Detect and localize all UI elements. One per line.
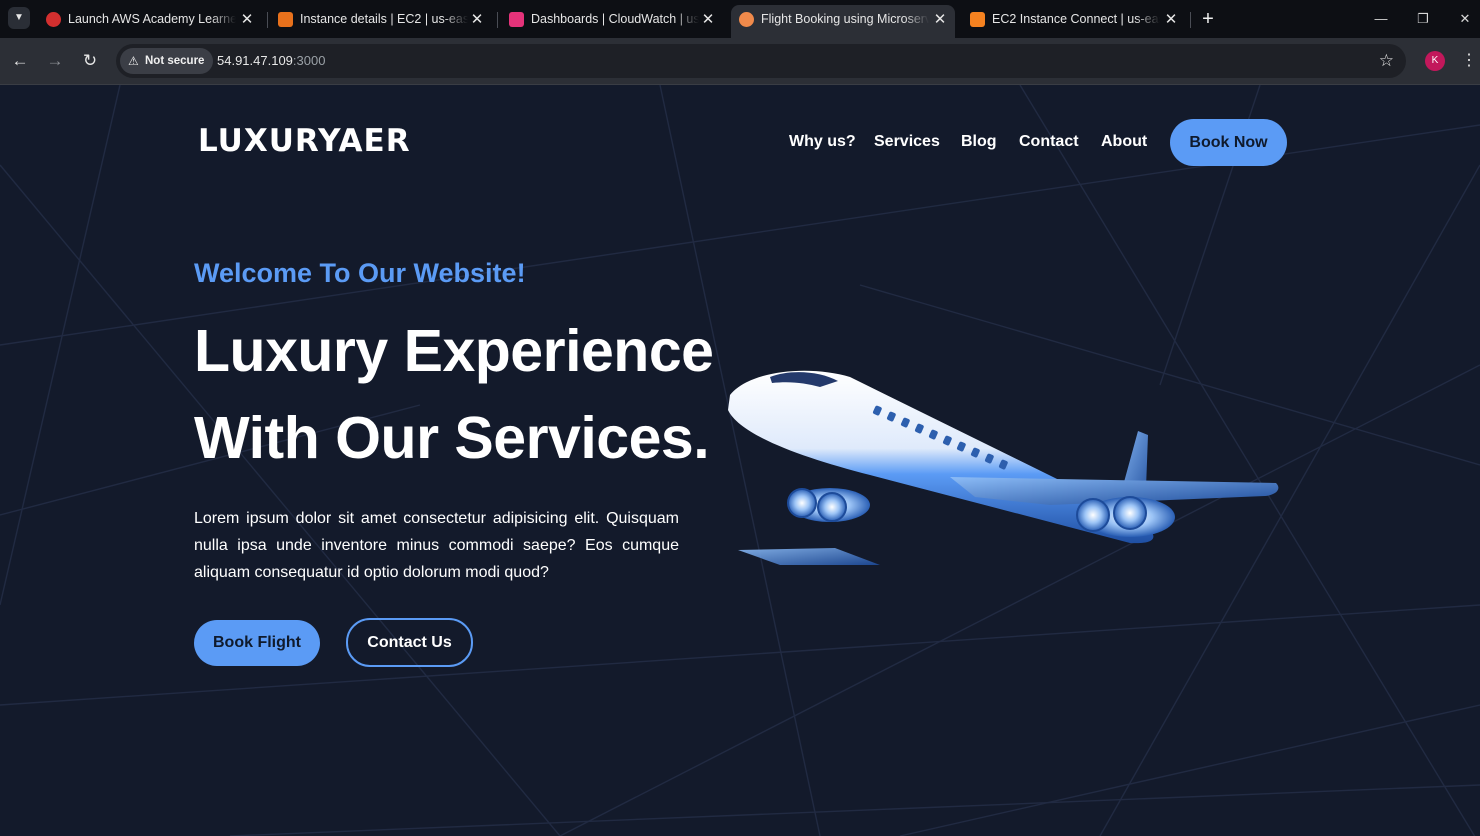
address-bar[interactable]: ⚠ Not secure 54.91.47.109:3000 ☆	[116, 44, 1406, 78]
hero-headline-line2: With Our Services.	[194, 405, 710, 471]
tab-separator	[267, 12, 268, 28]
url-text[interactable]: 54.91.47.109:3000	[217, 44, 325, 78]
nav-why-us[interactable]: Why us?	[789, 133, 856, 151]
tab-cloudwatch[interactable]: Dashboards | CloudWatch | us-east-1 ✕	[501, 5, 723, 38]
more-menu-icon[interactable]: ⋮	[1461, 49, 1477, 73]
forward-arrow-icon[interactable]: →	[43, 49, 67, 73]
tab-label: Flight Booking using Microservices	[761, 12, 929, 26]
cloudwatch-favicon-icon	[509, 12, 524, 27]
close-tab-icon[interactable]: ✕	[468, 5, 486, 34]
tab-ec2-instance-connect[interactable]: EC2 Instance Connect | us-east-1 ✕	[962, 5, 1186, 38]
book-now-button[interactable]: Book Now	[1170, 119, 1287, 166]
tab-label: Instance details | EC2 | us-east-1	[300, 12, 468, 26]
tab-separator	[1190, 12, 1191, 28]
nav-services[interactable]: Services	[874, 133, 940, 151]
tab-search-icon[interactable]: ▼	[8, 7, 30, 29]
profile-avatar[interactable]: K	[1425, 51, 1445, 71]
close-tab-icon[interactable]: ✕	[699, 5, 717, 34]
close-window-icon[interactable]: ✕	[1450, 8, 1480, 30]
minimize-icon[interactable]: —	[1366, 8, 1396, 30]
tab-label: Dashboards | CloudWatch | us-east-1	[531, 12, 699, 26]
site-logo[interactable]: LUXURYAER	[198, 123, 411, 159]
nav-contact[interactable]: Contact	[1019, 133, 1079, 151]
tab-label: EC2 Instance Connect | us-east-1	[992, 12, 1160, 26]
security-label: Not secure	[145, 55, 205, 67]
nav-about[interactable]: About	[1101, 133, 1147, 151]
browser-toolbar: ← → ↻ ⚠ Not secure 54.91.47.109:3000 ☆	[0, 38, 1480, 84]
web-page: LUXURYAER Why us? Services Blog Contact …	[0, 85, 1480, 836]
book-flight-button[interactable]: Book Flight	[194, 620, 320, 666]
ec2-favicon-icon	[278, 12, 293, 27]
close-tab-icon[interactable]: ✕	[238, 5, 256, 34]
close-tab-icon[interactable]: ✕	[1162, 5, 1180, 34]
flight-booking-favicon-icon	[739, 12, 754, 27]
url-port: :3000	[292, 53, 326, 68]
tab-strip: ▼ Launch AWS Academy Learner Lab ✕ Insta…	[0, 0, 1480, 38]
restore-icon[interactable]: ❐	[1408, 8, 1438, 30]
welcome-subtitle: Welcome To Our Website!	[194, 258, 526, 288]
tab-label: Launch AWS Academy Learner Lab	[68, 12, 236, 26]
tab-aws-academy[interactable]: Launch AWS Academy Learner Lab ✕	[38, 5, 262, 38]
aws-academy-favicon-icon	[46, 12, 61, 27]
reload-icon[interactable]: ↻	[78, 49, 102, 73]
new-tab-plus-icon[interactable]: +	[1198, 6, 1218, 32]
hero-description: Lorem ipsum dolor sit amet consectetur a…	[194, 510, 679, 581]
airplane-illustration	[728, 370, 1279, 565]
close-tab-icon[interactable]: ✕	[931, 5, 949, 34]
security-indicator[interactable]: ⚠ Not secure	[120, 48, 214, 74]
tab-separator	[497, 12, 498, 28]
bookmark-star-icon[interactable]: ☆	[1379, 44, 1394, 78]
hero-headline-line1: Luxury Experience	[194, 318, 714, 384]
back-arrow-icon[interactable]: ←	[8, 49, 32, 73]
tab-flight-booking[interactable]: Flight Booking using Microservices ✕	[731, 5, 955, 38]
nav-blog[interactable]: Blog	[961, 133, 997, 151]
url-host: 54.91.47.109	[217, 53, 293, 68]
contact-us-button[interactable]: Contact Us	[346, 618, 473, 667]
tab-ec2-instance-details[interactable]: Instance details | EC2 | us-east-1 ✕	[270, 5, 492, 38]
ec2-connect-favicon-icon	[970, 12, 985, 27]
warning-icon: ⚠	[128, 54, 139, 68]
